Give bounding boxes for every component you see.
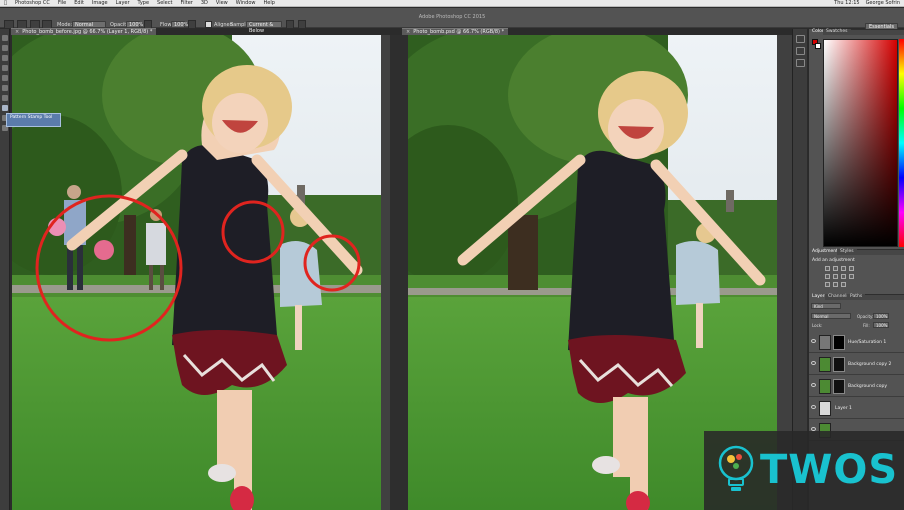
menu-help[interactable]: Help (263, 0, 274, 6)
layer-thumbnail (819, 357, 831, 372)
layer-fill-field[interactable]: 100% (873, 322, 889, 328)
layer-row[interactable]: Layer 1 (809, 398, 904, 419)
vertical-scrollbar[interactable] (381, 35, 390, 510)
color-balance-icon[interactable] (841, 274, 846, 279)
twos-logo-text: TWOS (760, 447, 899, 493)
fill-label: Fill: (863, 323, 870, 328)
brush-panel-icon[interactable] (796, 59, 805, 67)
marquee-tool-icon[interactable] (2, 45, 8, 51)
tab-swatches[interactable]: Swatches (823, 29, 851, 35)
menu-select[interactable]: Select (157, 0, 172, 6)
lightbulb-icon (718, 445, 754, 491)
layer-thumbnail (819, 401, 831, 416)
layer-name: Layer 1 (835, 406, 852, 411)
layer-name: Background copy 2 (848, 362, 892, 367)
tab-paths[interactable]: Paths (847, 294, 866, 300)
layer-name: Background copy (848, 384, 888, 389)
properties-icon[interactable] (796, 47, 805, 55)
menu-image[interactable]: Image (92, 0, 108, 6)
layer-opacity-field[interactable]: 100% (873, 313, 889, 319)
background-swatch[interactable] (815, 43, 821, 49)
apple-icon[interactable]:  (4, 0, 7, 6)
airbrush-icon[interactable] (188, 20, 196, 29)
threshold-icon[interactable] (841, 282, 846, 287)
visibility-eye-icon[interactable] (811, 383, 816, 387)
exposure-icon[interactable] (849, 266, 854, 271)
document-tab-after[interactable]: × Photo_bomb.psd @ 66.7% (RGB/8) * (402, 28, 509, 35)
pressure-size-icon[interactable] (298, 20, 306, 29)
menu-file[interactable]: File (58, 0, 66, 6)
visibility-eye-icon[interactable] (811, 339, 816, 343)
sample-select[interactable]: Current & Below (246, 21, 282, 34)
layer-filter-kind[interactable]: Kind (811, 303, 841, 309)
color-picker-field[interactable] (823, 39, 898, 247)
black-white-icon[interactable] (849, 274, 854, 279)
layer-mask-thumbnail[interactable] (833, 379, 845, 394)
menu-edit[interactable]: Edit (74, 0, 84, 6)
user-name[interactable]: George Sofrin (866, 0, 900, 7)
layer-name: Hue/Saturation 1 (848, 340, 887, 345)
vibrance-icon[interactable] (825, 274, 830, 279)
healing-tool-icon[interactable] (2, 95, 8, 101)
adjustment-layer-icon (819, 335, 831, 350)
menu-3d[interactable]: 3D (201, 0, 208, 6)
history-icon[interactable] (796, 35, 805, 43)
levels-icon[interactable] (833, 266, 838, 271)
menu-view[interactable]: View (216, 0, 228, 6)
visibility-eye-icon[interactable] (811, 405, 816, 409)
menu-layer[interactable]: Layer (116, 0, 130, 6)
clock: Thu 12:15 (834, 0, 860, 6)
mode-select[interactable]: Normal (72, 21, 106, 28)
menu-app[interactable]: Photoshop CC (15, 0, 50, 6)
crop-tool-icon[interactable] (2, 75, 8, 81)
menu-window[interactable]: Window (236, 0, 256, 6)
layer-mask-thumbnail[interactable] (833, 357, 845, 372)
layer-row[interactable]: Background copy (809, 376, 904, 397)
layer-row[interactable]: Hue/Saturation 1 (809, 332, 904, 353)
app-title: Adobe Photoshop CC 2015 (418, 14, 486, 20)
visibility-eye-icon[interactable] (811, 361, 816, 365)
document-gutter (390, 35, 408, 510)
photo-before (12, 35, 381, 510)
os-menubar:  Photoshop CC File Edit Image Layer Typ… (0, 0, 904, 7)
menu-type[interactable]: Type (138, 0, 149, 6)
invert-icon[interactable] (825, 282, 830, 287)
flow-field[interactable]: 100% (171, 21, 188, 28)
menubar-status: Thu 12:15 George Sofrin (834, 0, 900, 7)
layer-mask-thumbnail[interactable] (833, 335, 845, 350)
brightness-icon[interactable] (825, 266, 830, 271)
layer-row[interactable]: Background copy 2 (809, 354, 904, 375)
curves-icon[interactable] (841, 266, 846, 271)
tab-styles[interactable]: Styles (837, 249, 857, 255)
aligned-checkbox[interactable] (205, 21, 212, 28)
hue-slider[interactable] (899, 39, 904, 247)
layer-blend-mode[interactable]: Normal (811, 313, 851, 319)
layer-opacity-label: Opacity: (857, 314, 874, 319)
lock-label: Lock: (812, 323, 823, 328)
opacity-field[interactable]: 100% (126, 21, 143, 28)
lasso-tool-icon[interactable] (2, 55, 8, 61)
twos-watermark: TWOS (704, 431, 904, 510)
adjustment-hint: Add an adjustment (812, 258, 855, 263)
layer-thumbnail (819, 379, 831, 394)
tooltip-line-2: Pattern Stamp Tool (10, 115, 53, 120)
hue-saturation-icon[interactable] (833, 274, 838, 279)
tools-panel (0, 29, 10, 510)
stamp-tool-icon-active[interactable] (2, 105, 8, 111)
canvas-before[interactable] (12, 35, 381, 510)
menu-filter[interactable]: Filter (180, 0, 192, 6)
options-bar: Adobe Photoshop CC 2015 Mode: Normal Opa… (0, 8, 904, 34)
posterize-icon[interactable] (833, 282, 838, 287)
ignore-adjustment-icon[interactable] (286, 20, 294, 29)
tool-tooltip: Pattern Stamp Tool (6, 113, 61, 127)
document-tab-before[interactable]: × Photo_bomb_before.jpg @ 66.7% (Layer 1,… (11, 28, 157, 35)
eyedropper-tool-icon[interactable] (2, 85, 8, 91)
quick-select-tool-icon[interactable] (2, 65, 8, 71)
move-tool-icon[interactable] (2, 35, 8, 41)
